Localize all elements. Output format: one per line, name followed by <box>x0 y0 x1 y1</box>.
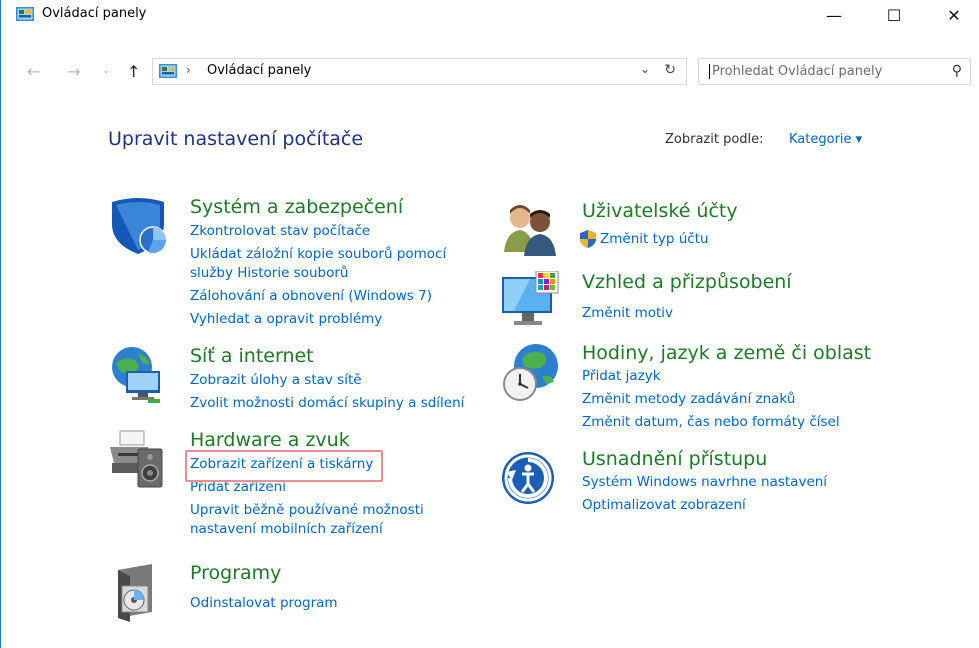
close-button[interactable]: ✕ <box>931 0 977 30</box>
category-title-programs[interactable]: Programy <box>190 562 281 584</box>
link-date-time-formats[interactable]: Změnit datum, čas nebo formáty čísel <box>582 414 840 430</box>
printer-speaker-icon[interactable] <box>108 429 168 489</box>
link-backup-restore[interactable]: Zálohování a obnovení (Windows 7) <box>190 288 432 304</box>
minimize-button[interactable]: — <box>811 0 857 30</box>
programs-box-icon[interactable] <box>108 562 168 622</box>
category-title-access[interactable]: Usnadnění přístupu <box>582 448 767 470</box>
category-title-appearance[interactable]: Vzhled a přizpůsobení <box>582 271 792 293</box>
link-optimize-display[interactable]: Optimalizovat zobrazení <box>582 497 746 513</box>
address-chevron-down-icon[interactable]: ⌄ <box>640 62 650 76</box>
control-panel-window: Ovládací panely — ☐ ✕ ← → ⌄ ↑ › Ovládací… <box>0 0 979 648</box>
link-recommend-settings[interactable]: Systém Windows navrhne nastavení <box>582 474 827 490</box>
link-file-history-cont[interactable]: služby Historie souborů <box>190 265 348 281</box>
recent-chevron-down-icon[interactable]: ⌄ <box>102 65 110 76</box>
link-uninstall-program[interactable]: Odinstalovat program <box>190 595 338 611</box>
page-title: Upravit nastavení počítače <box>108 128 364 150</box>
users-icon[interactable] <box>500 200 560 260</box>
clock-globe-icon[interactable] <box>500 342 560 402</box>
title-bar: Ovládací panely — ☐ ✕ <box>1 0 979 30</box>
link-mobility-settings[interactable]: Upravit běžně používané možnosti <box>190 502 424 518</box>
link-check-status[interactable]: Zkontrolovat stav počítače <box>190 223 370 239</box>
link-mobility-settings-cont[interactable]: nastavení mobilních zařízení <box>190 521 383 537</box>
category-title-hardware[interactable]: Hardware a zvuk <box>190 429 350 451</box>
maximize-button[interactable]: ☐ <box>871 0 917 30</box>
link-troubleshoot[interactable]: Vyhledat a opravit problémy <box>190 311 382 327</box>
highlight-frame <box>185 450 383 482</box>
window-title: Ovládací panely <box>42 6 147 21</box>
up-arrow-icon[interactable]: ↑ <box>127 62 140 81</box>
forward-arrow-icon[interactable]: → <box>67 62 80 81</box>
address-row: ← → ⌄ ↑ › Ovládací panely ⌄ ↻ Prohledat … <box>1 56 979 88</box>
refresh-icon[interactable]: ↻ <box>664 62 676 78</box>
view-by-dropdown[interactable]: Kategorie ▾ <box>789 132 862 147</box>
category-title-users[interactable]: Uživatelské účty <box>582 200 738 222</box>
category-title-network[interactable]: Síť a internet <box>190 345 314 367</box>
category-title-clock[interactable]: Hodiny, jazyk a země či oblast <box>582 342 871 364</box>
link-network-status[interactable]: Zobrazit úlohy a stav sítě <box>190 372 362 388</box>
link-change-account-type[interactable]: Změnit typ účtu <box>600 231 709 247</box>
network-globe-icon[interactable] <box>108 345 168 405</box>
breadcrumb[interactable]: Ovládací panely <box>207 63 311 78</box>
link-homegroup-sharing[interactable]: Zvolit možnosti domácí skupiny a sdílení <box>190 395 464 411</box>
link-input-methods[interactable]: Změnit metody zadávání znaků <box>582 391 795 407</box>
back-arrow-icon[interactable]: ← <box>27 62 40 81</box>
link-add-language[interactable]: Přidat jazyk <box>582 368 661 384</box>
search-input[interactable]: Prohledat Ovládací panely ⚲ <box>698 58 971 85</box>
search-icon[interactable]: ⚲ <box>952 63 962 79</box>
address-bar[interactable]: › Ovládací panely ⌄ ↻ <box>152 58 687 85</box>
view-by-label: Zobrazit podle: <box>665 132 764 147</box>
appearance-monitor-icon[interactable] <box>500 271 560 331</box>
control-panel-icon <box>16 7 34 21</box>
control-panel-icon <box>159 64 177 78</box>
link-change-theme[interactable]: Změnit motiv <box>582 305 673 321</box>
uac-shield-icon <box>580 230 596 248</box>
link-file-history[interactable]: Ukládat záložní kopie souborů pomocí <box>190 246 446 262</box>
search-placeholder: Prohledat Ovládací panely <box>709 64 882 79</box>
breadcrumb-separator[interactable]: › <box>186 63 191 77</box>
shield-icon[interactable] <box>108 196 168 256</box>
ease-of-access-icon[interactable] <box>500 448 560 508</box>
category-title-system[interactable]: Systém a zabezpečení <box>190 196 403 218</box>
